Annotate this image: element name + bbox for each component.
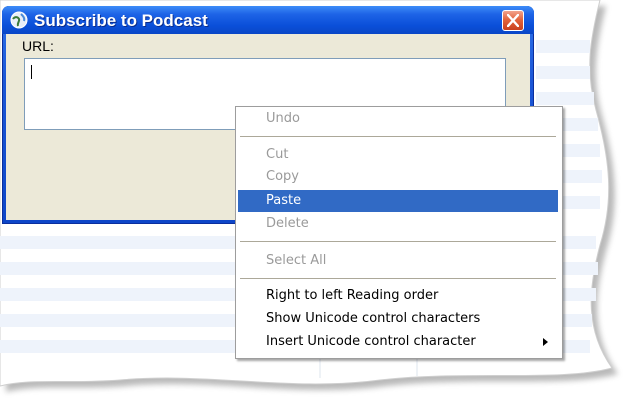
menu-item-show-unicode-control[interactable]: Show Unicode control characters bbox=[238, 308, 558, 330]
menu-separator bbox=[240, 241, 556, 242]
dialog-titlebar[interactable]: Subscribe to Podcast bbox=[2, 6, 534, 34]
chevron-right-icon bbox=[543, 338, 548, 346]
menu-item-copy[interactable]: Copy bbox=[238, 166, 558, 188]
podcast-globe-icon bbox=[10, 11, 28, 29]
menu-item-paste[interactable]: Paste bbox=[238, 190, 558, 212]
url-label: URL: bbox=[22, 38, 54, 54]
context-menu: Undo Cut Copy Paste Delete Select All Ri… bbox=[235, 106, 563, 359]
dialog-title: Subscribe to Podcast bbox=[34, 11, 208, 30]
text-caret bbox=[31, 65, 32, 79]
menu-item-select-all[interactable]: Select All bbox=[238, 250, 558, 272]
torn-page-frame: Subscribe to Podcast URL: Undo Cut Copy … bbox=[0, 0, 635, 399]
menu-item-insert-unicode-label: Insert Unicode control character bbox=[266, 334, 476, 349]
menu-item-cut[interactable]: Cut bbox=[238, 144, 558, 166]
close-button[interactable] bbox=[502, 10, 524, 31]
menu-item-rtl-reading-order[interactable]: Right to left Reading order bbox=[238, 285, 558, 307]
menu-separator bbox=[240, 136, 556, 137]
menu-item-insert-unicode-control[interactable]: Insert Unicode control character bbox=[238, 331, 558, 353]
menu-item-delete[interactable]: Delete bbox=[238, 213, 558, 235]
close-icon bbox=[507, 14, 519, 27]
menu-item-undo[interactable]: Undo bbox=[238, 108, 558, 130]
menu-separator bbox=[240, 278, 556, 279]
